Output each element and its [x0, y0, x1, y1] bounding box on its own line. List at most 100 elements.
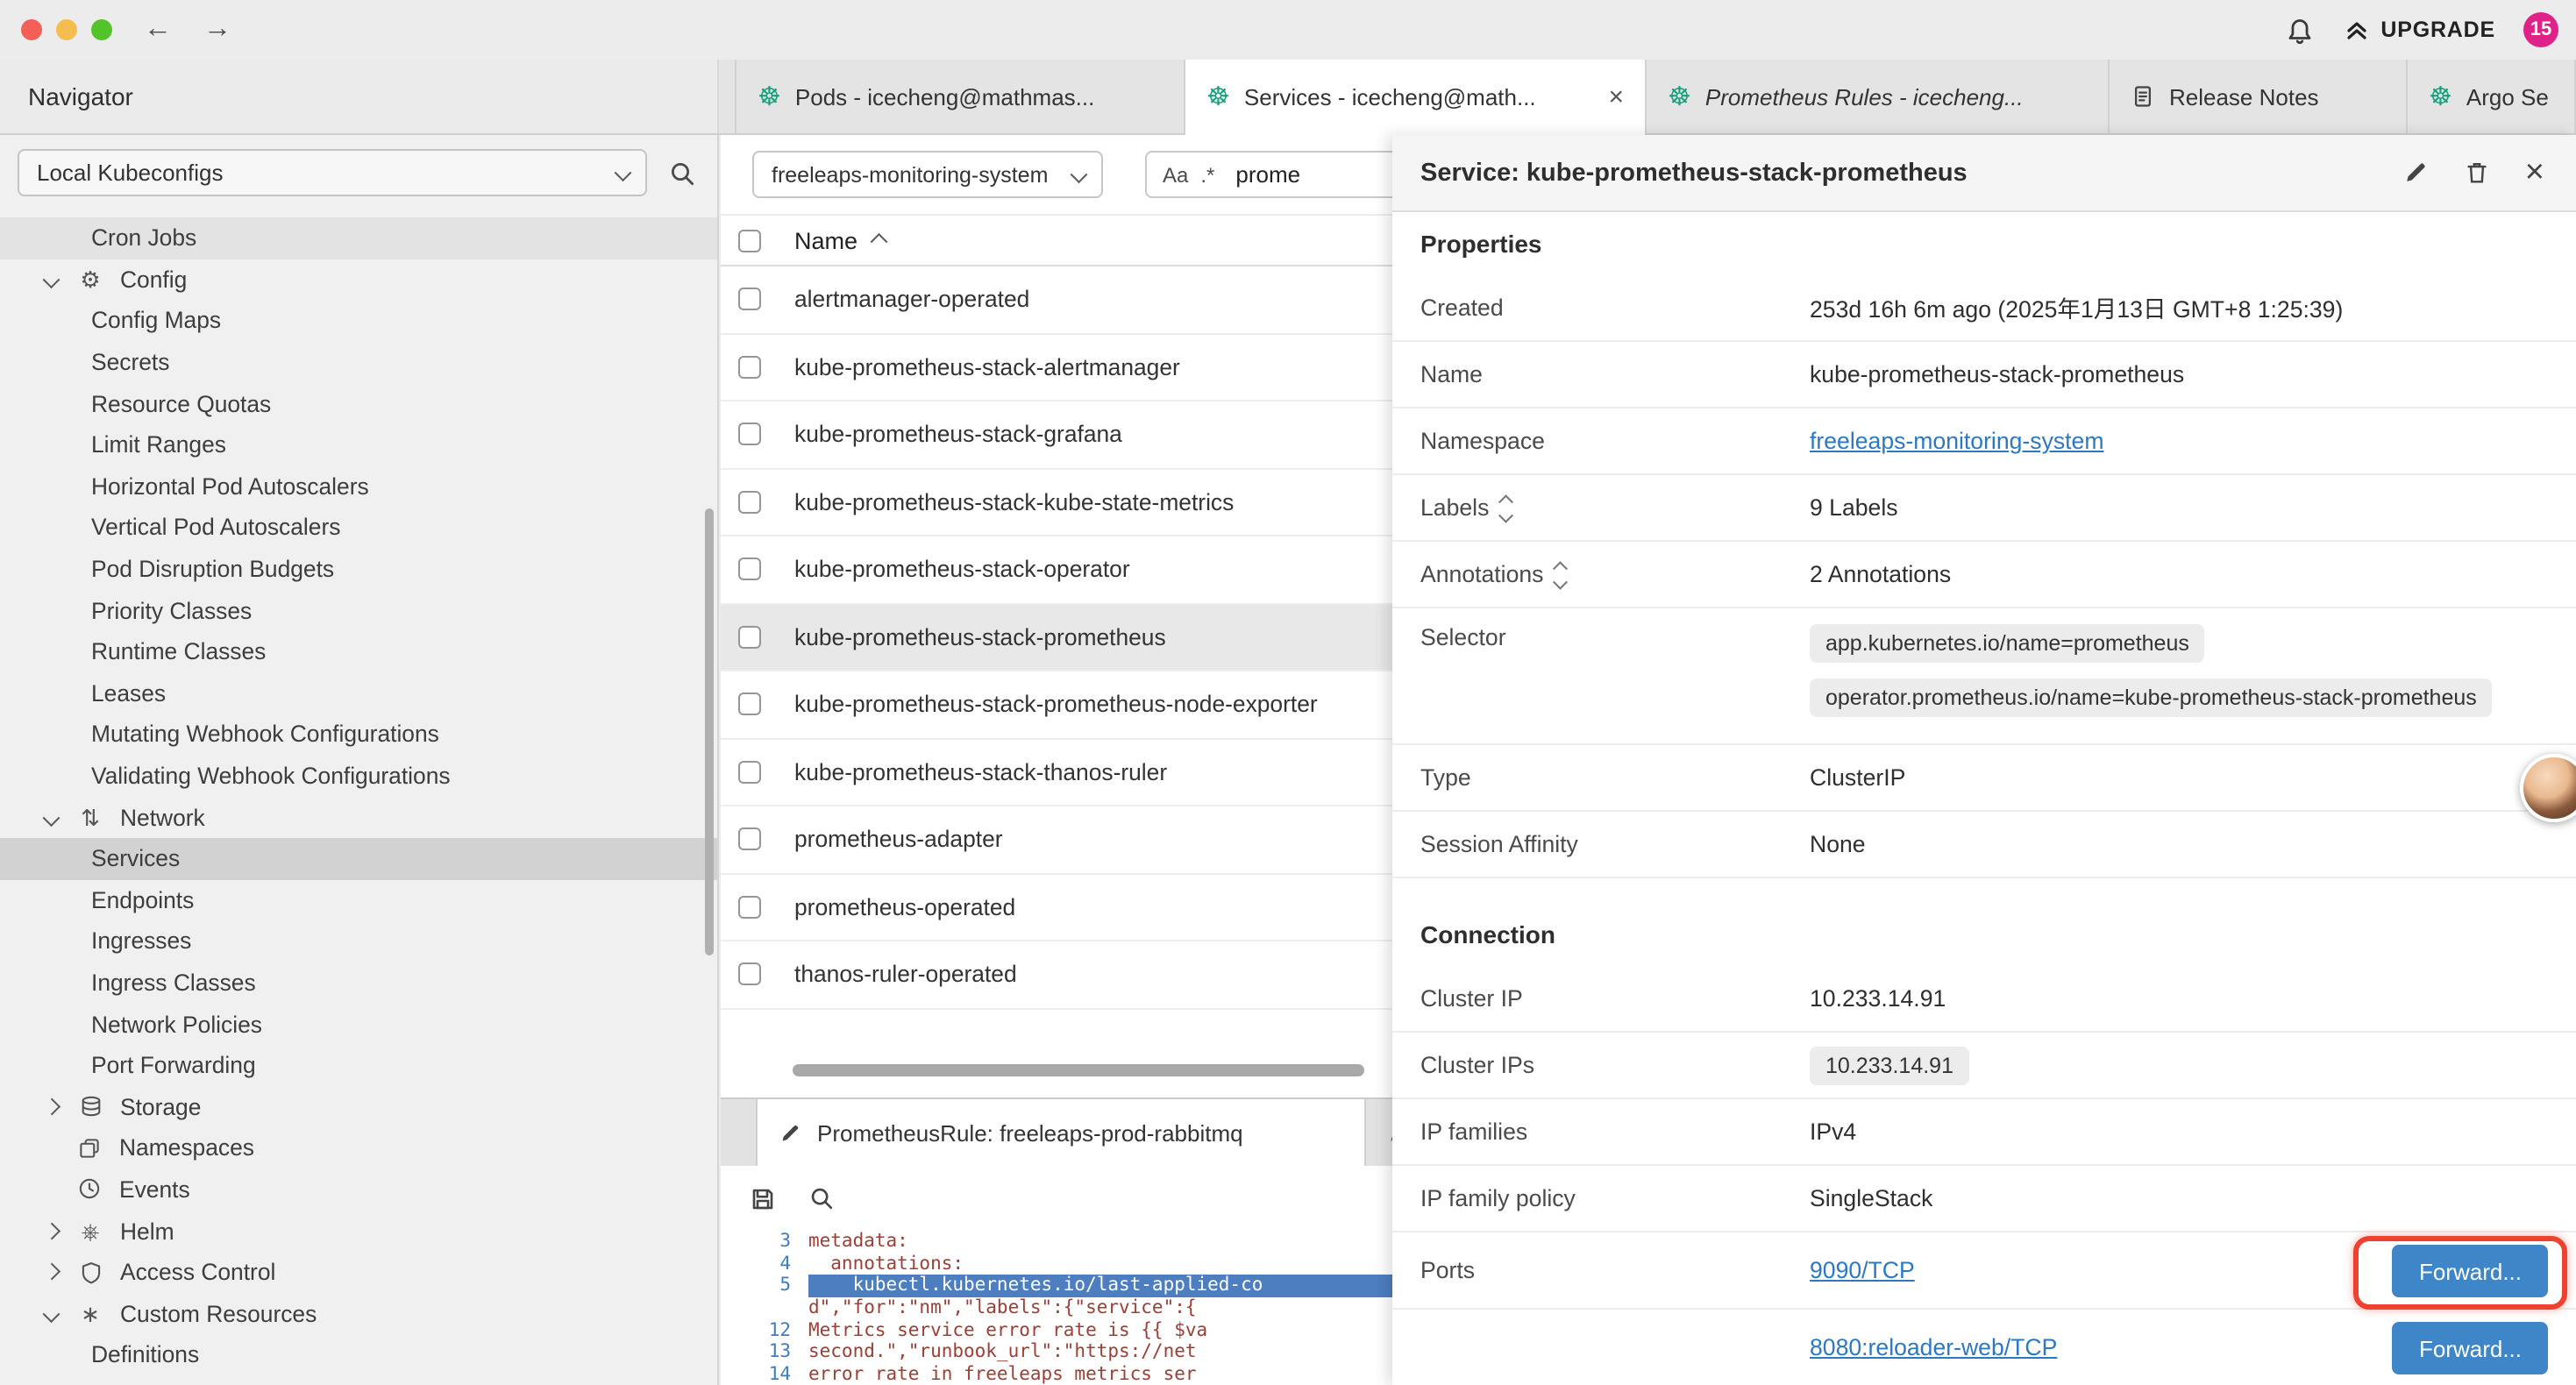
- sidebar-item-config[interactable]: ⚙Config: [0, 259, 717, 300]
- tab-prometheus-rules[interactable]: ☸ Prometheus Rules - icecheng...: [1647, 60, 2110, 133]
- port-forward-button[interactable]: Forward...: [2393, 1322, 2548, 1374]
- upgrade-button[interactable]: UPGRADE: [2342, 16, 2495, 44]
- item-label: Validating Webhook Configurations: [91, 763, 451, 789]
- row-label: IP families: [1420, 1119, 1527, 1145]
- row-checkbox[interactable]: [738, 356, 761, 379]
- sidebar-item-leases[interactable]: Leases: [0, 672, 717, 714]
- port-row: Ports 9090/TCP Forward...: [1392, 1232, 2576, 1310]
- sidebar-item-port-forwarding[interactable]: Port Forwarding: [0, 1045, 717, 1086]
- sidebar-item-validating-webhook-configurations[interactable]: Validating Webhook Configurations: [0, 755, 717, 796]
- dock-tab-prometheusrule[interactable]: PrometheusRule: freeleaps-prod-rabbitmq: [756, 1099, 1366, 1166]
- sidebar-item-endpoints[interactable]: Endpoints: [0, 879, 717, 920]
- regex-toggle[interactable]: .*: [1200, 162, 1214, 187]
- name-value: kube-prometheus-stack-prometheus: [1810, 361, 2184, 387]
- trash-icon[interactable]: [2464, 160, 2490, 186]
- notification-count-badge[interactable]: 15: [2523, 12, 2558, 47]
- horizontal-scrollbar[interactable]: [793, 1064, 1364, 1076]
- gear-icon: ⚙: [76, 268, 104, 291]
- name-column-header[interactable]: Name: [794, 227, 857, 253]
- service-name: prometheus-operated: [794, 894, 1015, 920]
- close-drawer-icon[interactable]: ×: [2525, 156, 2544, 189]
- back-button[interactable]: ←: [144, 14, 172, 46]
- row-checkbox[interactable]: [738, 896, 761, 919]
- row-checkbox[interactable]: [738, 491, 761, 514]
- item-label: Vertical Pod Autoscalers: [91, 515, 340, 541]
- row-checkbox[interactable]: [738, 423, 761, 446]
- row-checkbox[interactable]: [738, 963, 761, 986]
- expand-toggle-icon[interactable]: [1501, 497, 1511, 520]
- minimize-window-button[interactable]: [56, 19, 77, 40]
- close-window-button[interactable]: [21, 19, 42, 40]
- select-all-checkbox[interactable]: [738, 229, 761, 252]
- tab-pods[interactable]: ☸ Pods - icecheng@mathmas...: [735, 60, 1185, 133]
- item-label: Endpoints: [91, 887, 194, 913]
- kubeconfig-select[interactable]: Local Kubeconfigs: [18, 149, 647, 196]
- close-tab-icon[interactable]: ×: [1608, 82, 1624, 112]
- item-label: Network: [120, 804, 205, 830]
- sidebar-item-definitions[interactable]: Definitions: [0, 1334, 717, 1375]
- sidebar-item-mutating-webhook-configurations[interactable]: Mutating Webhook Configurations: [0, 714, 717, 755]
- ip-family-policy-value: SingleStack: [1810, 1185, 1932, 1211]
- row-checkbox[interactable]: [738, 558, 761, 581]
- session-affinity-row: Session Affinity None: [1392, 812, 2576, 878]
- sidebar-item-network[interactable]: ⇅Network: [0, 797, 717, 838]
- row-checkbox[interactable]: [738, 626, 761, 649]
- edit-pencil-icon[interactable]: [2402, 160, 2429, 186]
- save-icon[interactable]: [749, 1184, 777, 1212]
- line-number: 5: [721, 1275, 808, 1296]
- chevron-right-icon: [43, 1264, 59, 1280]
- storage-icon: [76, 1095, 104, 1119]
- sidebar-item-ingress-classes[interactable]: Ingress Classes: [0, 962, 717, 1003]
- row-label: IP family policy: [1420, 1185, 1576, 1211]
- namespace-link[interactable]: freeleaps-monitoring-system: [1810, 428, 2104, 454]
- sidebar-item-cron-jobs[interactable]: Cron Jobs: [0, 217, 717, 259]
- editor-search-icon[interactable]: [808, 1185, 835, 1211]
- item-label: Resource Quotas: [91, 390, 271, 416]
- port-forward-button[interactable]: Forward...: [2393, 1245, 2548, 1297]
- namespace-filter-select[interactable]: freeleaps-monitoring-system: [752, 151, 1103, 198]
- sidebar-item-custom-resources[interactable]: ∗Custom Resources: [0, 1293, 717, 1334]
- cluster-ips-row: Cluster IPs 10.233.14.91: [1392, 1033, 2576, 1099]
- item-label: Custom Resources: [120, 1300, 317, 1326]
- sidebar-item-ingresses[interactable]: Ingresses: [0, 920, 717, 962]
- notifications-bell-icon[interactable]: [2284, 15, 2314, 45]
- zoom-window-button[interactable]: [91, 19, 112, 40]
- port-row: 8080:reloader-web/TCP Forward...: [1392, 1310, 2576, 1385]
- sidebar-item-secrets[interactable]: Secrets: [0, 342, 717, 383]
- match-case-toggle[interactable]: Aa: [1163, 162, 1188, 187]
- tab-label: Argo Se: [2466, 83, 2549, 110]
- sidebar-item-runtime-classes[interactable]: Runtime Classes: [0, 631, 717, 672]
- sidebar-item-priority-classes[interactable]: Priority Classes: [0, 590, 717, 631]
- sidebar-item-network-policies[interactable]: Network Policies: [0, 1004, 717, 1045]
- sidebar-item-access-control[interactable]: Access Control: [0, 1252, 717, 1293]
- line-number: 3: [721, 1232, 808, 1253]
- search-query-text: prome: [1235, 161, 1300, 188]
- row-checkbox[interactable]: [738, 693, 761, 716]
- expand-toggle-icon[interactable]: [1555, 564, 1565, 586]
- row-checkbox[interactable]: [738, 288, 761, 311]
- sidebar-item-pod-disruption-budgets[interactable]: Pod Disruption Budgets: [0, 549, 717, 590]
- forward-button[interactable]: →: [203, 14, 231, 46]
- sidebar-item-services[interactable]: Services: [0, 838, 717, 879]
- item-label: Access Control: [120, 1259, 275, 1285]
- sidebar-item-resource-quotas[interactable]: Resource Quotas: [0, 383, 717, 424]
- sidebar-item-vertical-pod-autoscalers[interactable]: Vertical Pod Autoscalers: [0, 507, 717, 548]
- service-name: thanos-ruler-operated: [794, 962, 1017, 988]
- sidebar-item-limit-ranges[interactable]: Limit Ranges: [0, 424, 717, 465]
- sidebar-item-events[interactable]: Events: [0, 1168, 717, 1210]
- sidebar-scrollbar[interactable]: [705, 508, 714, 955]
- sidebar-item-config-maps[interactable]: Config Maps: [0, 300, 717, 341]
- sidebar-item-namespaces[interactable]: Namespaces: [0, 1127, 717, 1168]
- sidebar-item-storage[interactable]: Storage: [0, 1086, 717, 1127]
- sidebar-item-horizontal-pod-autoscalers[interactable]: Horizontal Pod Autoscalers: [0, 465, 717, 507]
- sidebar-item-helm[interactable]: ⎈Helm: [0, 1211, 717, 1252]
- service-name: prometheus-adapter: [794, 827, 1003, 853]
- tab-argo[interactable]: ☸ Argo Se: [2408, 60, 2576, 133]
- tab-services[interactable]: ☸ Services - icecheng@math... ×: [1185, 60, 1647, 135]
- sidebar-search-icon[interactable]: [668, 159, 696, 187]
- row-checkbox[interactable]: [738, 761, 761, 784]
- row-checkbox[interactable]: [738, 828, 761, 851]
- tab-release-notes[interactable]: Release Notes: [2110, 60, 2408, 133]
- port-link[interactable]: 9090/TCP: [1810, 1257, 1915, 1283]
- port-link[interactable]: 8080:reloader-web/TCP: [1810, 1334, 2057, 1360]
